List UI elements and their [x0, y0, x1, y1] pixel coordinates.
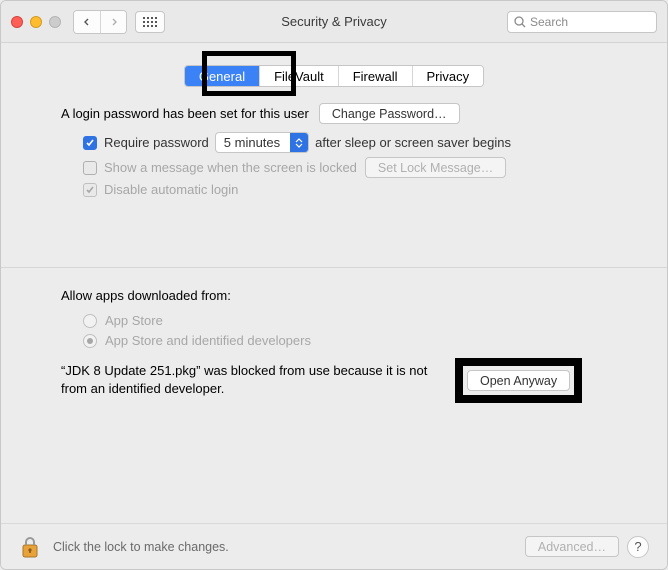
radio-app-store	[83, 314, 97, 328]
zoom-window-button	[49, 16, 61, 28]
tab-firewall[interactable]: Firewall	[338, 66, 412, 86]
back-button[interactable]	[74, 11, 100, 33]
help-button[interactable]: ?	[627, 536, 649, 558]
chevron-right-icon	[110, 18, 118, 26]
lock-icon	[20, 535, 40, 559]
preferences-window: Security & Privacy General FileVault Fir…	[0, 0, 668, 570]
search-icon	[514, 16, 526, 28]
tab-general[interactable]: General	[185, 66, 259, 86]
allow-apps-title: Allow apps downloaded from:	[61, 288, 623, 303]
radio-app-store-label: App Store	[105, 313, 163, 328]
select-stepper-icon	[290, 133, 308, 152]
window-controls	[11, 16, 61, 28]
require-password-delay-select[interactable]: 5 minutes	[215, 132, 309, 153]
change-password-button[interactable]: Change Password…	[319, 103, 460, 124]
show-lock-message-checkbox	[83, 161, 97, 175]
tabs: General FileVault Firewall Privacy	[184, 65, 484, 87]
open-anyway-button[interactable]: Open Anyway	[467, 370, 570, 391]
require-password-delay-value: 5 minutes	[224, 135, 280, 150]
check-icon	[85, 138, 95, 148]
advanced-button: Advanced…	[525, 536, 619, 557]
login-section: A login password has been set for this u…	[83, 103, 615, 197]
footer: Click the lock to make changes. Advanced…	[1, 523, 667, 569]
minimize-window-button[interactable]	[30, 16, 42, 28]
login-password-message: A login password has been set for this u…	[61, 106, 309, 121]
disable-auto-login-label: Disable automatic login	[104, 182, 238, 197]
after-sleep-label: after sleep or screen saver begins	[315, 135, 511, 150]
nav-buttons	[73, 10, 127, 34]
show-all-button[interactable]	[135, 11, 165, 33]
allow-apps-section: Allow apps downloaded from: App Store Ap…	[83, 288, 623, 399]
pane-body: General FileVault Firewall Privacy A log…	[1, 43, 667, 523]
radio-app-store-identified	[83, 334, 97, 348]
check-icon	[85, 185, 95, 195]
search-input[interactable]	[530, 15, 650, 29]
lock-message: Click the lock to make changes.	[53, 540, 525, 554]
titlebar: Security & Privacy	[1, 1, 667, 43]
close-window-button[interactable]	[11, 16, 23, 28]
search-field[interactable]	[507, 11, 657, 33]
tab-privacy[interactable]: Privacy	[412, 66, 484, 86]
tabs-row: General FileVault Firewall Privacy	[25, 65, 643, 87]
forward-button[interactable]	[100, 11, 126, 33]
grid-icon	[143, 17, 157, 27]
radio-app-store-identified-label: App Store and identified developers	[105, 333, 311, 348]
require-password-checkbox[interactable]	[83, 136, 97, 150]
chevron-left-icon	[83, 18, 91, 26]
disable-auto-login-checkbox	[83, 183, 97, 197]
lock-button[interactable]	[19, 534, 41, 560]
section-divider	[1, 267, 667, 268]
show-lock-message-label: Show a message when the screen is locked	[104, 160, 357, 175]
require-password-label: Require password	[104, 135, 209, 150]
tab-filevault[interactable]: FileVault	[259, 66, 338, 86]
blocked-app-message: “JDK 8 Update 251.pkg” was blocked from …	[61, 362, 441, 397]
set-lock-message-button: Set Lock Message…	[365, 157, 506, 178]
help-icon: ?	[634, 539, 641, 554]
